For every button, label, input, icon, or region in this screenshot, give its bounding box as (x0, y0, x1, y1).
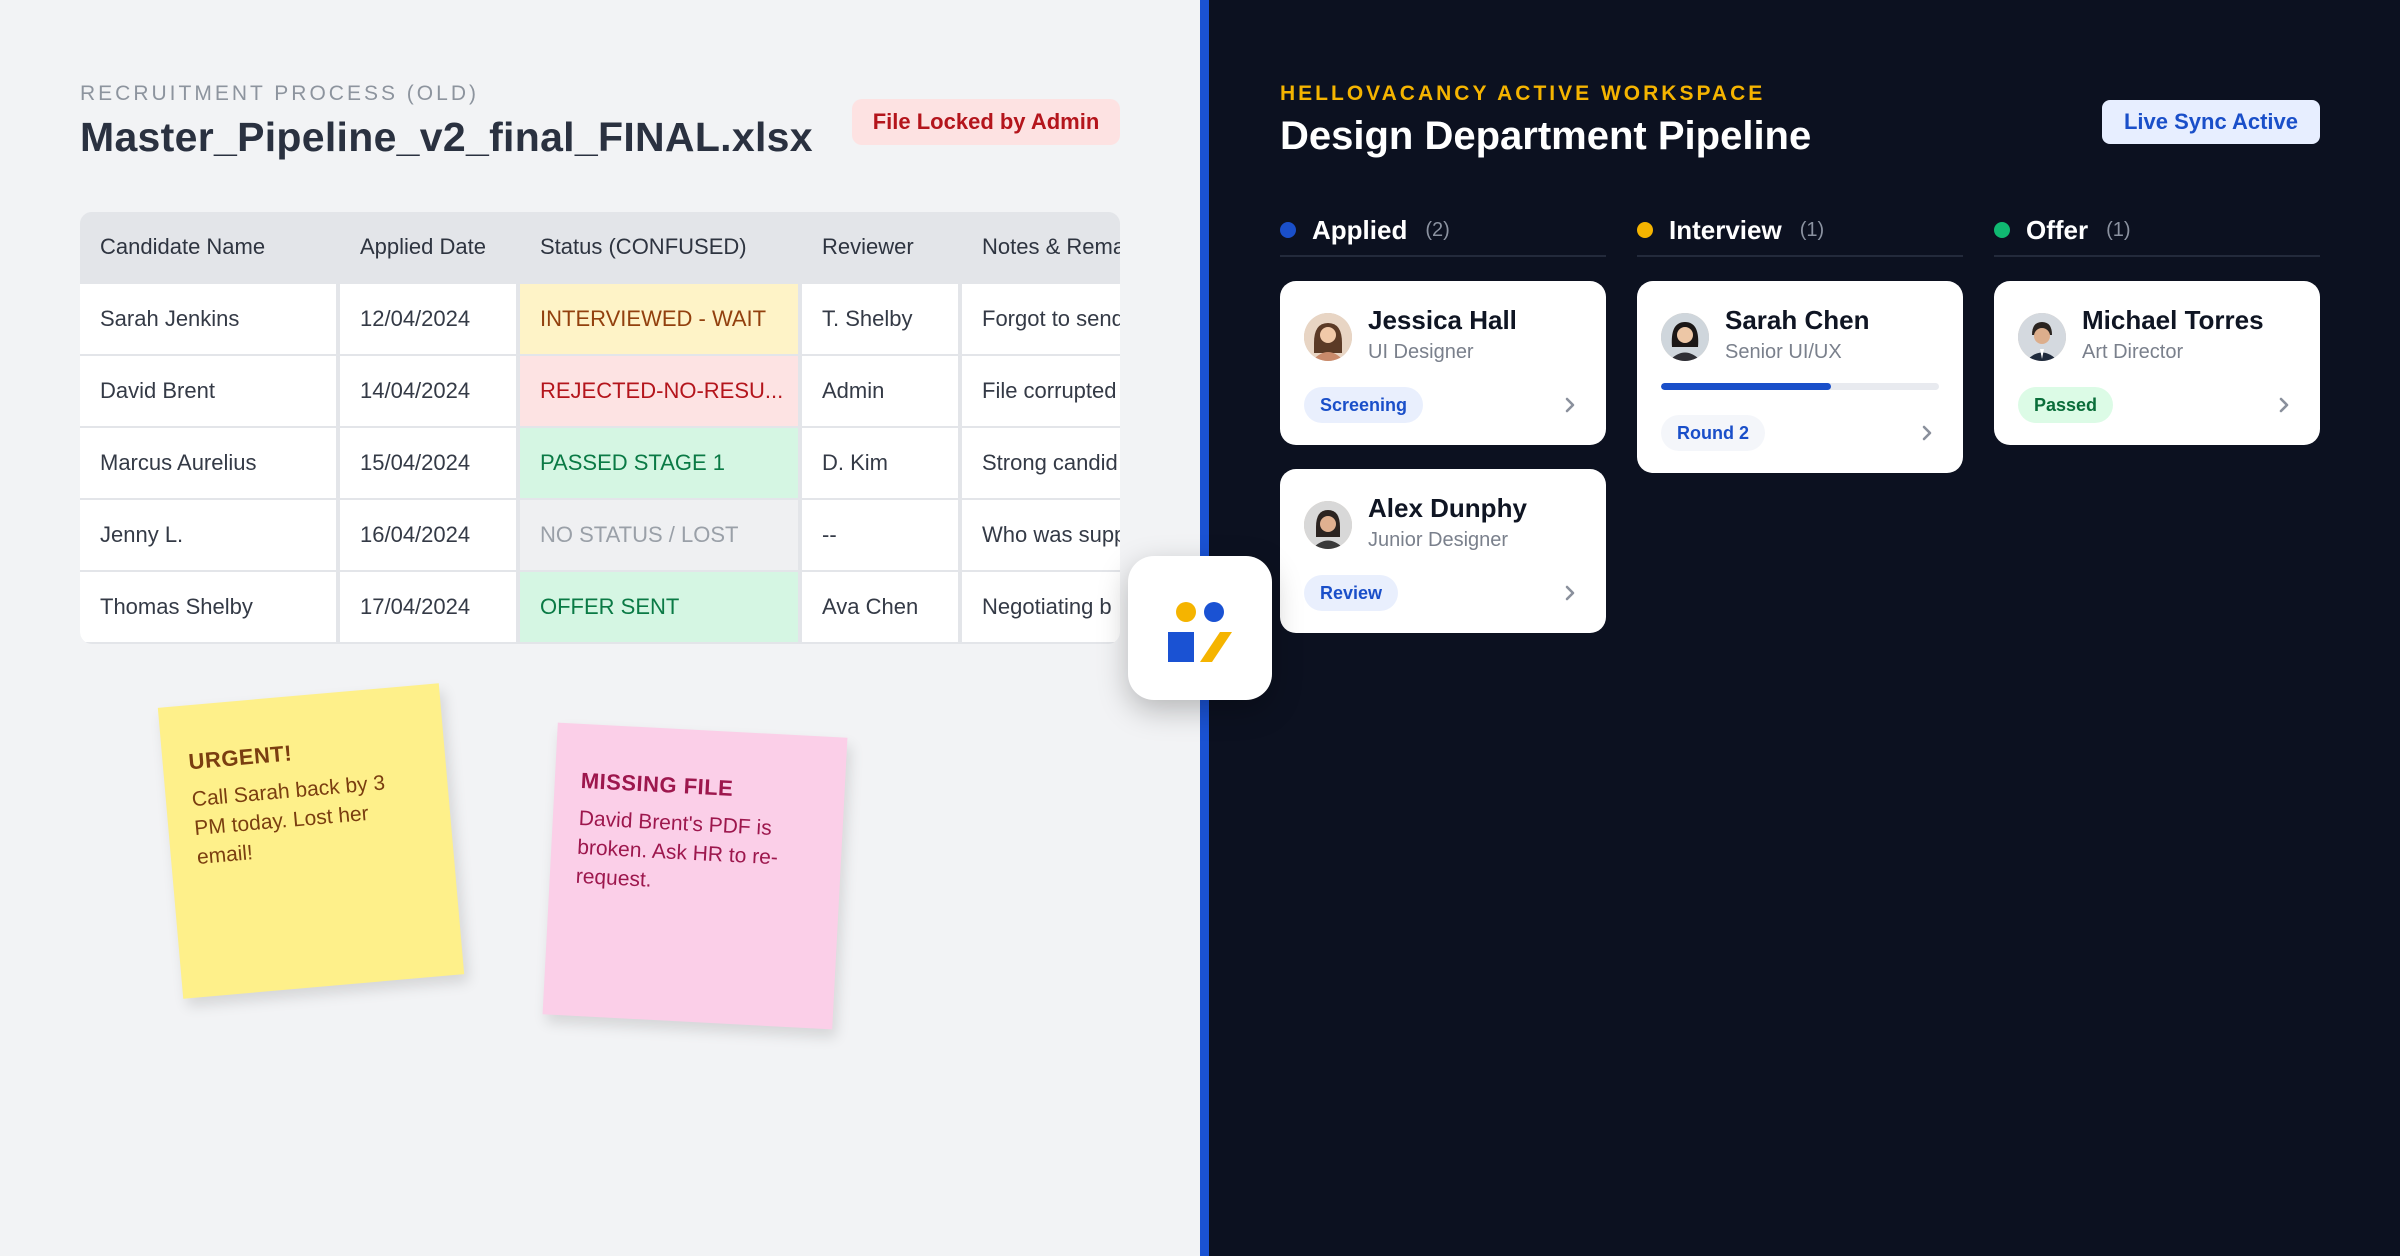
cell-reviewer[interactable]: T. Shelby (802, 284, 962, 354)
avatar (1304, 501, 1352, 549)
column-name: Interview (1669, 214, 1782, 245)
cell-status[interactable]: NO STATUS / LOST (520, 500, 802, 570)
column-header[interactable]: Offer (1) (1994, 205, 2320, 257)
cell-reviewer[interactable]: D. Kim (802, 428, 962, 498)
cell-name[interactable]: Jenny L. (80, 500, 340, 570)
cell-name[interactable]: Marcus Aurelius (80, 428, 340, 498)
column-header[interactable]: Interview (1) (1637, 205, 1963, 257)
spreadsheet-table: Candidate Name Applied Date Status (CONF… (80, 212, 1120, 644)
column-applied: Applied (2) Jessica Hall UI Designer Scr… (1280, 205, 1606, 633)
sticky-note-missing-file[interactable]: MISSING FILE David Brent's PDF is broken… (542, 722, 848, 1030)
stage-tag: Screening (1304, 387, 1424, 423)
cell-reviewer[interactable]: -- (802, 500, 962, 570)
cell-notes[interactable]: Forgot to send (962, 284, 1120, 354)
column-name: Applied (1312, 214, 1408, 245)
cell-name[interactable]: Sarah Jenkins (80, 284, 340, 354)
table-row[interactable]: Sarah Jenkins 12/04/2024 INTERVIEWED - W… (80, 284, 1120, 354)
table-row[interactable]: Marcus Aurelius 15/04/2024 PASSED STAGE … (80, 428, 1120, 498)
status-dot-icon (1280, 222, 1296, 238)
avatar (1661, 313, 1709, 361)
candidate-card-alex-dunphy[interactable]: Alex Dunphy Junior Designer Review (1280, 469, 1606, 633)
live-sync-badge[interactable]: Live Sync Active (2102, 100, 2320, 144)
candidate-name: Michael Torres (2082, 305, 2264, 335)
column-count: (1) (1799, 218, 1825, 241)
avatar (1304, 313, 1352, 361)
sticky-note-body: David Brent's PDF is broken. Ask HR to r… (575, 806, 779, 892)
header-applied-date[interactable]: Applied Date (340, 212, 520, 282)
column-header[interactable]: Applied (2) (1280, 205, 1606, 257)
spreadsheet-file-title: Master_Pipeline_v2_final_FINAL.xlsx (80, 114, 813, 160)
cell-date[interactable]: 15/04/2024 (340, 428, 520, 498)
stage-tag: Round 2 (1661, 415, 1765, 451)
old-process-pane: RECRUITMENT PROCESS (OLD) Master_Pipelin… (0, 0, 1200, 1256)
chevron-right-icon[interactable] (2274, 395, 2294, 415)
workspace-eyebrow: HELLOVACANCY ACTIVE WORKSPACE (1280, 82, 1766, 105)
cell-name[interactable]: David Brent (80, 356, 340, 426)
file-locked-badge: File Locked by Admin (852, 99, 1120, 145)
chevron-right-icon[interactable] (1917, 423, 1937, 443)
header-notes[interactable]: Notes & Rema (962, 212, 1120, 282)
interview-progress-bar (1661, 383, 1939, 390)
cell-date[interactable]: 16/04/2024 (340, 500, 520, 570)
column-interview: Interview (1) Sarah Chen Senior UI/UX Ro… (1637, 205, 1963, 473)
cell-notes[interactable]: Negotiating b (962, 572, 1120, 642)
status-dot-icon (1994, 222, 2010, 238)
status-dot-icon (1637, 222, 1653, 238)
progress-fill (1661, 383, 1831, 390)
cell-status[interactable]: OFFER SENT (520, 572, 802, 642)
hellovacancy-logo-icon (1168, 602, 1232, 662)
candidate-name: Jessica Hall (1368, 305, 1517, 335)
cell-status[interactable]: PASSED STAGE 1 (520, 428, 802, 498)
table-header-row: Candidate Name Applied Date Status (CONF… (80, 212, 1120, 282)
avatar (2018, 313, 2066, 361)
cell-date[interactable]: 17/04/2024 (340, 572, 520, 642)
candidate-card-jessica-hall[interactable]: Jessica Hall UI Designer Screening (1280, 281, 1606, 445)
header-status[interactable]: Status (CONFUSED) (520, 212, 802, 282)
cell-notes[interactable]: Who was supp (962, 500, 1120, 570)
cell-reviewer[interactable]: Ava Chen (802, 572, 962, 642)
hellovacancy-logo (1128, 556, 1272, 700)
candidate-role: Senior UI/UX (1725, 341, 1842, 363)
table-row[interactable]: Thomas Shelby 17/04/2024 OFFER SENT Ava … (80, 572, 1120, 642)
candidate-card-sarah-chen[interactable]: Sarah Chen Senior UI/UX Round 2 (1637, 281, 1963, 473)
stage-tag: Passed (2018, 387, 2114, 423)
chevron-right-icon[interactable] (1560, 395, 1580, 415)
sticky-note-heading: MISSING FILE (580, 767, 734, 801)
cell-status[interactable]: REJECTED-NO-RESU... (520, 356, 802, 426)
stage-tag: Review (1304, 575, 1399, 611)
cell-reviewer[interactable]: Admin (802, 356, 962, 426)
table-row[interactable]: David Brent 14/04/2024 REJECTED-NO-RESU.… (80, 356, 1120, 426)
candidate-card-michael-torres[interactable]: Michael Torres Art Director Passed (1994, 281, 2320, 445)
table-row[interactable]: Jenny L. 16/04/2024 NO STATUS / LOST -- … (80, 500, 1120, 570)
sticky-note-urgent[interactable]: URGENT! Call Sarah back by 3 PM today. L… (157, 683, 465, 999)
header-candidate-name[interactable]: Candidate Name (80, 212, 340, 282)
candidate-name: Sarah Chen (1725, 305, 1870, 335)
candidate-role: Art Director (2082, 341, 2184, 363)
column-offer: Offer (1) Michael Torres Art Director Pa… (1994, 205, 2320, 445)
old-process-eyebrow: RECRUITMENT PROCESS (OLD) (80, 82, 479, 105)
candidate-role: UI Designer (1368, 341, 1474, 363)
header-reviewer[interactable]: Reviewer (802, 212, 962, 282)
cell-date[interactable]: 14/04/2024 (340, 356, 520, 426)
pipeline-title: Design Department Pipeline (1280, 114, 1812, 158)
cell-name[interactable]: Thomas Shelby (80, 572, 340, 642)
column-count: (1) (2106, 218, 2131, 241)
hellovacancy-pane: HELLOVACANCY ACTIVE WORKSPACE Design Dep… (1209, 0, 2400, 1256)
candidate-name: Alex Dunphy (1368, 493, 1527, 523)
cell-notes[interactable]: File corrupted (962, 356, 1120, 426)
candidate-role: Junior Designer (1368, 529, 1509, 551)
column-name: Offer (2026, 214, 2089, 245)
cell-date[interactable]: 12/04/2024 (340, 284, 520, 354)
cell-status[interactable]: INTERVIEWED - WAIT (520, 284, 802, 354)
column-count: (2) (1425, 218, 1450, 241)
cell-notes[interactable]: Strong candid (962, 428, 1120, 498)
sticky-note-body: Call Sarah back by 3 PM today. Lost her … (190, 771, 386, 869)
chevron-right-icon[interactable] (1560, 583, 1580, 603)
